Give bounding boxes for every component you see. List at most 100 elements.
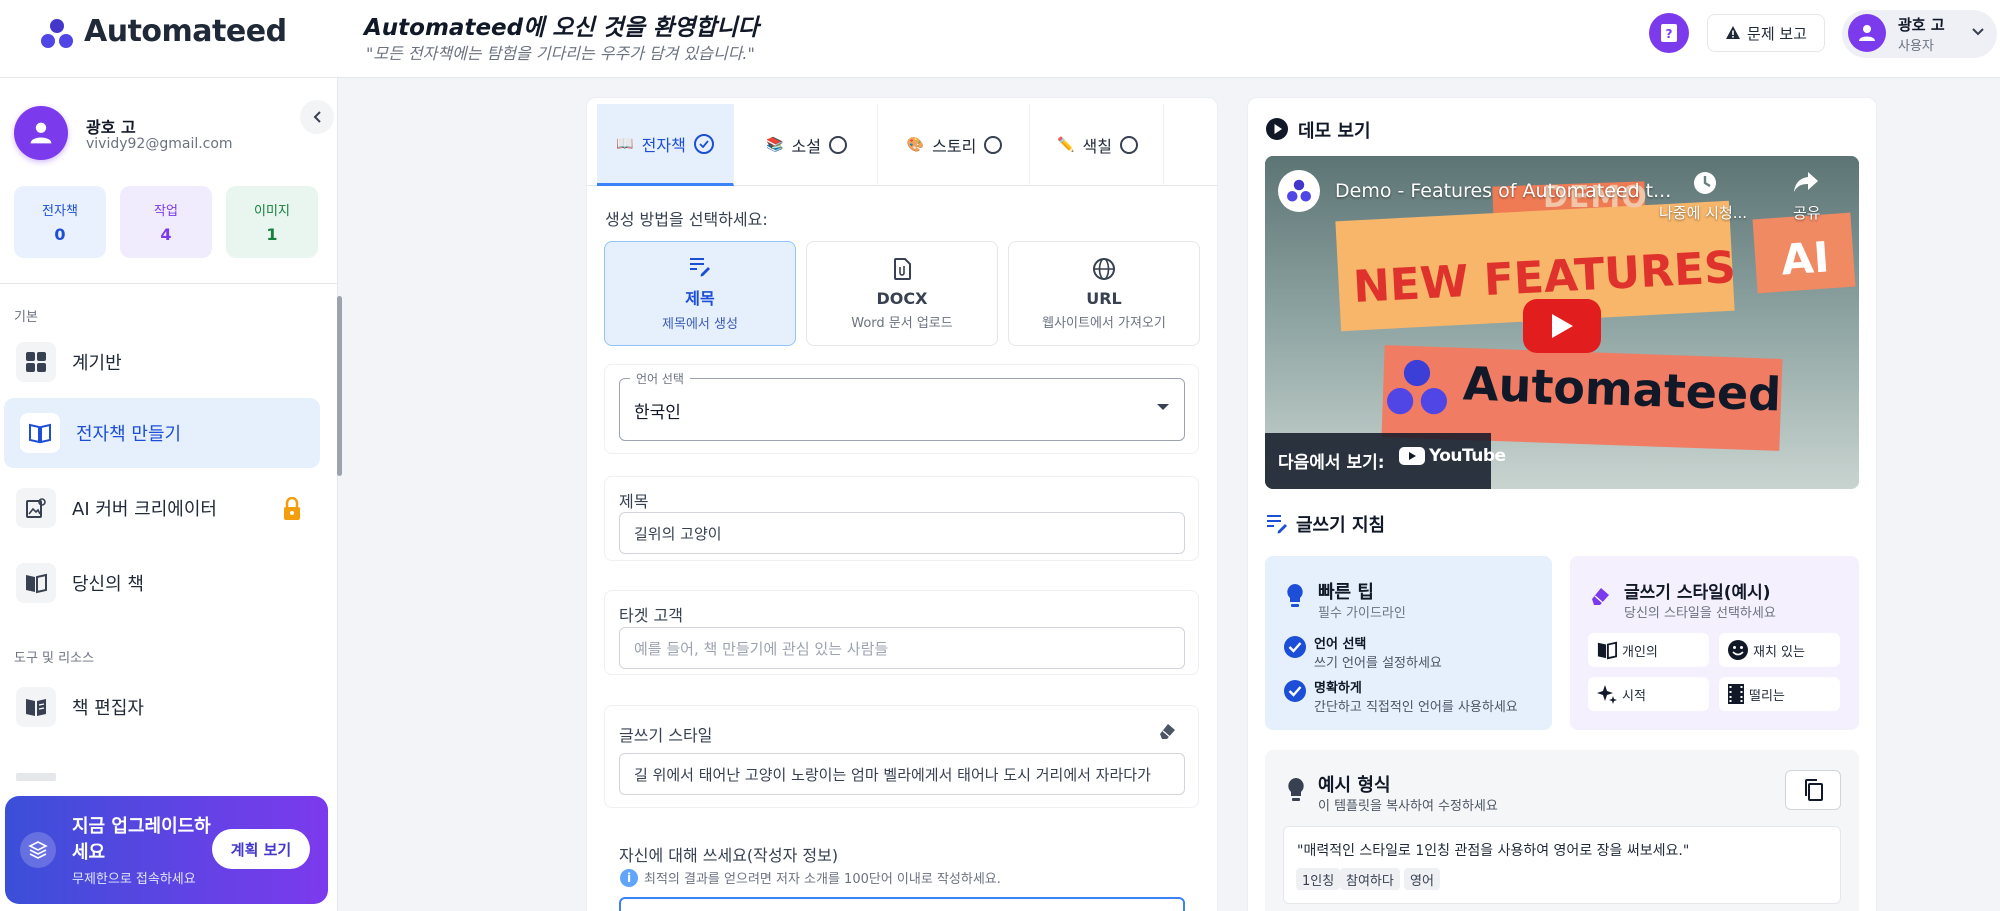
- method-title-card[interactable]: 제목 제목에서 생성: [604, 241, 796, 346]
- palette-eraser-icon: [1592, 588, 1609, 605]
- style-chip-thrilling[interactable]: 떨리는: [1719, 677, 1840, 711]
- title-input[interactable]: 길위의 고양이: [619, 512, 1185, 554]
- stat-value: 0: [54, 225, 66, 244]
- radio-icon: [828, 136, 847, 154]
- book-icon: [16, 563, 56, 603]
- user-icon: [1859, 25, 1875, 41]
- video-title[interactable]: Demo - Features of Automateed t...: [1335, 180, 1671, 202]
- sidebar-user-name: 광호 고: [86, 118, 136, 137]
- method-url-card[interactable]: URL 웹사이트에서 가져오기: [1008, 241, 1200, 346]
- book-open-icon: [20, 413, 60, 453]
- copy-icon: [1805, 779, 1823, 801]
- file-icon: [894, 257, 911, 280]
- help-button[interactable]: ?: [1649, 13, 1689, 53]
- method-subtitle: Word 문서 업로드: [851, 315, 953, 331]
- eraser-icon[interactable]: [1157, 721, 1177, 741]
- stat-value: 1: [266, 225, 278, 244]
- dropdown-arrow-icon[interactable]: [1157, 404, 1169, 410]
- copy-button[interactable]: [1785, 770, 1841, 810]
- writing-style-input[interactable]: 길 위에서 태어난 고양이 노랑이는 엄마 벨라에게서 태어나 도시 거리에서 …: [619, 753, 1185, 795]
- book-icon: 📖: [616, 135, 634, 152]
- report-issue-button[interactable]: 문제 보고: [1707, 14, 1825, 52]
- tab-novel[interactable]: 📚 소설: [736, 104, 878, 186]
- demo-video[interactable]: DEMO NEW FEATURES AI Automateed Demo - F…: [1265, 156, 1859, 489]
- method-title: DOCX: [876, 288, 928, 308]
- about-author-label: 자신에 대해 쓰세요(작성자 정보): [619, 846, 839, 865]
- share-icon[interactable]: [1792, 170, 1820, 194]
- tab-label: 스토리: [932, 137, 977, 156]
- palette-icon: 🎨: [906, 137, 925, 153]
- writing-guide-title: 글쓰기 지침: [1296, 515, 1386, 536]
- sidebar-item-ai-cover[interactable]: AI 커버 크리에이터: [0, 473, 322, 543]
- about-author-input[interactable]: [619, 897, 1185, 911]
- example-tag: 참여하다: [1340, 868, 1400, 890]
- view-plans-button[interactable]: 계획 보기: [212, 829, 310, 869]
- edit-lines-icon: [690, 258, 710, 277]
- help-book-icon: ?: [1661, 24, 1677, 42]
- writing-style-label: 글쓰기 스타일: [619, 726, 713, 745]
- stat-label: 작업: [154, 204, 178, 219]
- sidebar-item-dashboard[interactable]: 계기반: [0, 327, 322, 397]
- chevron-down-icon[interactable]: [1971, 27, 1985, 37]
- style-chip-witty[interactable]: 재치 있는: [1719, 633, 1840, 667]
- stat-images: 이미지 1: [226, 186, 318, 258]
- audience-input[interactable]: 예를 들어, 책 만들기에 관심 있는 사람들: [619, 627, 1185, 669]
- info-icon: i: [620, 868, 638, 887]
- example-tag: 영어: [1404, 868, 1440, 890]
- tab-coloring[interactable]: ✏️ 색칠: [1032, 104, 1164, 186]
- sidebar-item-book-editor[interactable]: 책 편집자: [0, 672, 322, 742]
- stat-label: 이미지: [254, 204, 290, 219]
- about-author-hint-text: 최적의 결과를 얻으려면 저자 소개를 100단어 이내로 작성하세요.: [644, 872, 1001, 887]
- section-tools: 도구 및 리소스: [14, 651, 95, 666]
- lightbulb-icon: [1287, 584, 1303, 607]
- channel-avatar[interactable]: [1278, 170, 1320, 212]
- watch-on-label: 다음에서 보기:: [1278, 453, 1385, 473]
- books-icon: 📚: [766, 137, 784, 153]
- report-issue-label: 문제 보고: [1747, 24, 1807, 43]
- language-select[interactable]: [619, 378, 1185, 441]
- watch-later-label[interactable]: 나중에 시청...: [1659, 202, 1747, 223]
- clock-icon[interactable]: [1692, 170, 1718, 196]
- sidebar-item-create-ebook[interactable]: 전자책 만들기: [4, 398, 320, 468]
- style-examples-subtitle: 당신의 스타일을 선택하세요: [1624, 606, 1776, 621]
- check-circle-icon: [1284, 680, 1306, 702]
- image-edit-icon: [16, 488, 56, 528]
- example-template-box[interactable]: [1283, 826, 1841, 904]
- tab-label: 색칠: [1082, 137, 1112, 156]
- youtube-logo[interactable]: YouTube: [1399, 446, 1506, 466]
- tab-ebook[interactable]: 📖 전자책: [597, 104, 734, 186]
- check-circle-icon: [693, 133, 714, 154]
- style-chip-label: 개인의: [1622, 644, 1658, 660]
- upgrade-title: 지금 업그레이드하세요: [72, 816, 211, 863]
- style-chip-poetic[interactable]: 시적: [1588, 677, 1709, 711]
- style-chip-personal[interactable]: 개인의: [1588, 633, 1709, 667]
- radio-icon: [984, 136, 1003, 154]
- share-label[interactable]: 공유: [1793, 202, 1821, 223]
- play-button[interactable]: [1523, 299, 1601, 353]
- radio-icon: [1119, 136, 1138, 154]
- tip-title: 언어 선택: [1314, 637, 1367, 652]
- quick-tips-subtitle: 필수 가이드라인: [1318, 606, 1406, 621]
- sidebar-item-your-books[interactable]: 당신의 책: [0, 548, 322, 618]
- sidebar-scroll-thumb[interactable]: [337, 296, 342, 476]
- youtube-wordmark: YouTube: [1429, 446, 1506, 466]
- tab-label: 소설: [791, 137, 821, 156]
- method-docx-card[interactable]: DOCX Word 문서 업로드: [806, 241, 998, 346]
- check-circle-icon: [1284, 636, 1306, 658]
- welcome-title: Automateed에 오신 것을 환영합니다: [364, 15, 759, 41]
- logo-text[interactable]: Automateed: [84, 14, 287, 49]
- sidebar-divider: [0, 283, 338, 284]
- stat-ebooks: 전자책 0: [14, 186, 106, 258]
- sidebar-collapse-button[interactable]: [300, 100, 334, 134]
- section-basic: 기본: [14, 310, 38, 325]
- globe-icon: [1093, 257, 1115, 280]
- sidebar-user-email: vividy92@gmail.com: [86, 136, 233, 152]
- example-format-title: 예시 형식: [1318, 775, 1391, 796]
- method-subtitle: 웹사이트에서 가져오기: [1042, 315, 1166, 331]
- tab-story[interactable]: 🎨 스토리: [880, 104, 1030, 186]
- svg-text:?: ?: [1666, 27, 1673, 41]
- quick-tips-title: 빠른 팁: [1318, 582, 1374, 603]
- automateed-logo-icon: [1387, 359, 1447, 415]
- style-examples-title: 글쓰기 스타일(예시): [1624, 583, 1771, 603]
- lightbulb-icon: [1288, 778, 1304, 801]
